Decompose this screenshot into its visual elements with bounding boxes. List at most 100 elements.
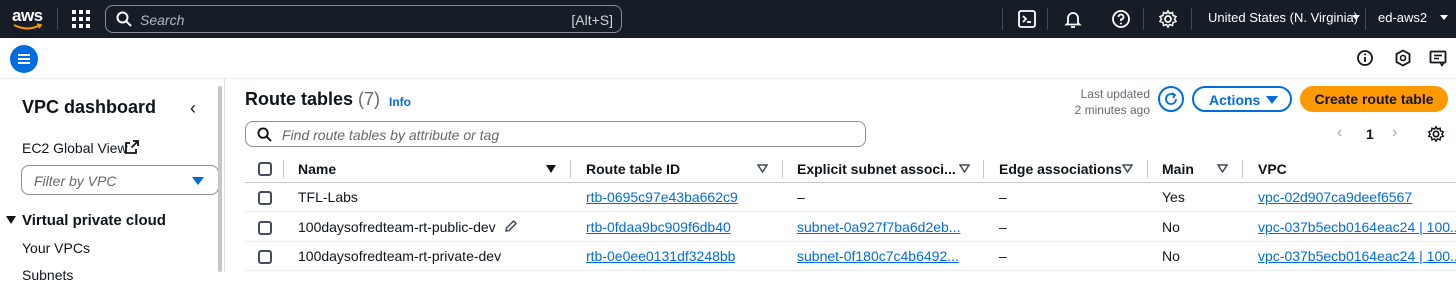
column-divider	[283, 160, 284, 178]
column-header-explicit-subnet-associations[interactable]: Explicit subnet associ...	[797, 161, 956, 177]
cell-vpc-link[interactable]: vpc-037b5ecb0164eac24 | 100...	[1258, 248, 1456, 264]
refresh-button[interactable]	[1158, 86, 1184, 112]
cell-edge: –	[999, 189, 1007, 205]
help-icon[interactable]	[1111, 9, 1131, 29]
sidebar-scrollbar[interactable]	[218, 86, 222, 272]
route-table-filter-input[interactable]: Find route tables by attribute or tag	[245, 121, 866, 147]
column-divider[interactable]	[782, 160, 783, 178]
dropdown-caret-icon	[192, 177, 204, 185]
column-header-main[interactable]: Main	[1162, 161, 1194, 177]
edit-pencil-icon[interactable]	[504, 219, 518, 233]
filter-by-vpc-placeholder: Filter by VPC	[34, 173, 117, 189]
cell-main: No	[1162, 219, 1180, 235]
account-menu[interactable]: ed-aws2	[1378, 10, 1427, 25]
sort-icon[interactable]	[1122, 164, 1133, 173]
cell-main: No	[1162, 248, 1180, 264]
actions-caret-icon	[1266, 96, 1278, 104]
settings-gear-icon[interactable]	[1158, 9, 1178, 29]
cell-route-table-id-link[interactable]: rtb-0fdaa9bc909f6db40	[586, 219, 731, 235]
column-divider[interactable]	[983, 160, 984, 178]
sort-icon[interactable]	[1217, 164, 1228, 173]
cloudshell-icon[interactable]	[1017, 9, 1037, 29]
cell-main: Yes	[1162, 189, 1185, 205]
cell-name: TFL-Labs	[298, 189, 358, 205]
column-header-name[interactable]: Name	[298, 161, 336, 177]
last-updated-text: Last updated 2 minutes ago	[1060, 86, 1150, 118]
column-header-vpc[interactable]: VPC	[1258, 161, 1287, 177]
table-row[interactable]: 100daysofredteam-rt-private-dev rtb-0e0e…	[245, 242, 1456, 271]
sort-icon[interactable]	[959, 164, 970, 173]
cell-route-table-id-link[interactable]: rtb-0e0ee0131df3248bb	[586, 248, 735, 264]
sidebar-item-subnets[interactable]: Subnets	[22, 267, 73, 283]
cell-route-table-id-link[interactable]: rtb-0695c97e43ba662c9	[586, 189, 738, 205]
actions-dropdown-button[interactable]: Actions	[1192, 86, 1292, 112]
nav-divider	[1191, 8, 1192, 30]
nav-divider	[57, 8, 58, 30]
last-updated-time: 2 minutes ago	[1074, 103, 1150, 117]
select-all-checkbox[interactable]	[258, 162, 272, 176]
external-link-icon	[125, 140, 139, 154]
table-header: Name Route table ID Explicit subnet asso…	[245, 155, 1456, 183]
search-icon	[116, 11, 132, 27]
secondary-toolbar	[0, 38, 1456, 79]
current-page-number[interactable]: 1	[1366, 126, 1374, 142]
collapse-sidebar-icon[interactable]: ‹	[190, 98, 196, 119]
cell-edge: –	[999, 219, 1007, 235]
services-menu-icon[interactable]	[72, 10, 90, 28]
cell-subnet-link[interactable]: subnet-0f180c7c4b6492...	[797, 248, 967, 264]
nav-divider	[1365, 8, 1366, 30]
column-divider[interactable]	[1242, 160, 1243, 178]
notifications-bell-icon[interactable]	[1063, 9, 1083, 29]
cell-subnet-link[interactable]: subnet-0a927f7ba6d2eb...	[797, 219, 967, 235]
row-checkbox[interactable]	[258, 221, 272, 235]
account-caret-icon	[1440, 15, 1448, 20]
actions-label: Actions	[1209, 92, 1261, 108]
column-header-edge-associations[interactable]: Edge associations	[999, 161, 1122, 177]
cell-name: 100daysofredteam-rt-public-dev	[298, 219, 496, 235]
cell-name: 100daysofredteam-rt-private-dev	[298, 248, 502, 264]
region-selector[interactable]: United States (N. Virginia)	[1208, 10, 1358, 25]
nav-divider	[1047, 8, 1048, 30]
column-divider[interactable]	[1147, 160, 1148, 178]
info-circle-icon[interactable]	[1356, 49, 1374, 67]
sidebar-title[interactable]: VPC dashboard	[22, 97, 156, 118]
row-checkbox[interactable]	[258, 250, 272, 264]
next-page-icon[interactable]: ›	[1392, 124, 1397, 142]
aws-smile-icon	[13, 23, 43, 30]
row-checkbox[interactable]	[258, 191, 272, 205]
table-row[interactable]: 100daysofredteam-rt-public-dev rtb-0fdaa…	[245, 213, 1456, 242]
sort-descending-icon[interactable]	[546, 165, 556, 173]
sidebar-item-your-vpcs[interactable]: Your VPCs	[22, 240, 90, 256]
cell-vpc-link[interactable]: vpc-037b5ecb0164eac24 | 100...	[1258, 219, 1456, 235]
table-row[interactable]: TFL-Labs rtb-0695c97e43ba662c9 – – Yes v…	[245, 183, 1456, 212]
cell-vpc-link[interactable]: vpc-02d907ca9deef6567	[1258, 189, 1412, 205]
nav-divider	[1002, 8, 1003, 30]
info-link[interactable]: Info	[389, 95, 411, 109]
search-placeholder: Search	[140, 12, 185, 28]
column-divider[interactable]	[570, 160, 571, 178]
page-title-text: Route tables	[245, 89, 354, 109]
aws-logo[interactable]: aws	[12, 6, 46, 32]
global-search-input[interactable]: Search [Alt+S]	[105, 5, 622, 33]
column-header-route-table-id[interactable]: Route table ID	[586, 161, 680, 177]
refresh-icon	[1165, 92, 1177, 105]
section-label: Virtual private cloud	[22, 212, 166, 229]
page-title: Route tables (7)	[245, 89, 380, 110]
filter-by-vpc-select[interactable]: Filter by VPC	[21, 165, 219, 195]
notifications-panel-icon[interactable]	[1429, 49, 1447, 67]
side-navigation-toggle-button[interactable]	[10, 45, 38, 73]
security-hex-icon[interactable]	[1394, 49, 1412, 67]
previous-page-icon[interactable]: ‹	[1337, 124, 1342, 142]
search-shortcut: [Alt+S]	[571, 12, 613, 28]
side-navigation: VPC dashboard ‹ EC2 Global View Filter b…	[0, 79, 225, 283]
table-preferences-gear-icon[interactable]	[1427, 125, 1445, 143]
sidebar-section-virtual-private-cloud[interactable]: Virtual private cloud	[6, 212, 166, 229]
top-navigation-bar: aws Search [Alt+S] United States (N. Vir…	[0, 0, 1456, 38]
create-route-table-button[interactable]: Create route table	[1300, 86, 1448, 112]
region-caret-icon	[1352, 15, 1360, 20]
sidebar-item-ec2-global-view[interactable]: EC2 Global View	[22, 140, 128, 156]
expand-caret-icon	[6, 216, 16, 224]
cell-subnet: –	[797, 189, 805, 205]
sort-icon[interactable]	[757, 164, 768, 173]
filter-placeholder: Find route tables by attribute or tag	[282, 127, 500, 143]
